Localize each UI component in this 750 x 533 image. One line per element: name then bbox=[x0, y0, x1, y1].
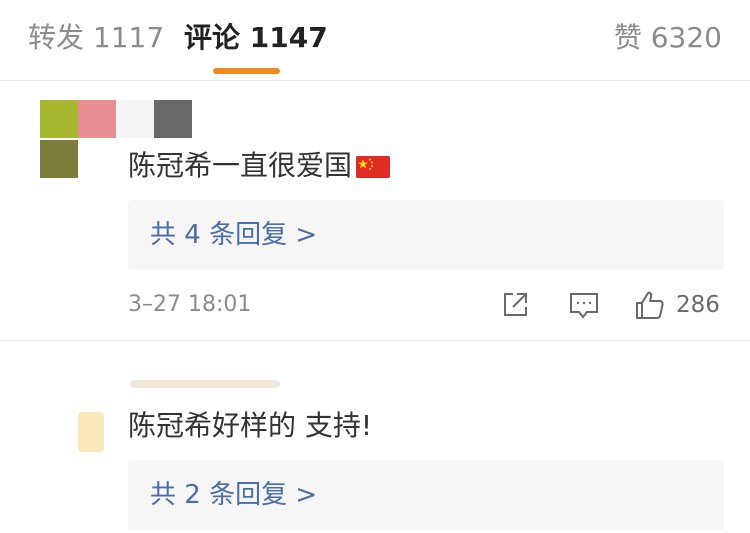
thumbs-up-icon bbox=[636, 291, 664, 319]
avatar-mosaic-tile bbox=[40, 140, 78, 178]
replies-box[interactable]: 共 4 条回复 > bbox=[128, 200, 724, 270]
avatar-mosaic-tile bbox=[154, 100, 192, 138]
username-blurred bbox=[130, 380, 280, 388]
share-button[interactable] bbox=[500, 288, 530, 322]
comment-timestamp: 3–27 18:01 bbox=[128, 292, 252, 317]
tab-comments[interactable]: 评论 1147 bbox=[184, 18, 328, 58]
comment-body: 陈冠希一直很爱国 bbox=[128, 149, 353, 182]
like-button[interactable]: 286 bbox=[634, 288, 720, 322]
comment-tabs: 转发 1117 评论 1147 赞 6320 bbox=[0, 0, 750, 81]
comment-body: 陈冠希好样的 支持! bbox=[128, 409, 373, 442]
comment-item: 陈冠希一直很爱国 共 4 条回复 > 3–27 18:01 286 bbox=[0, 100, 750, 341]
avatar[interactable] bbox=[78, 412, 104, 452]
share-icon bbox=[504, 293, 527, 316]
comment-text: 陈冠希一直很爱国 bbox=[128, 146, 391, 186]
avatar-mosaic-tile bbox=[78, 100, 116, 138]
avatar-mosaic-tile bbox=[40, 100, 78, 138]
tab-repost[interactable]: 转发 1117 bbox=[28, 18, 164, 58]
like-count: 286 bbox=[676, 292, 720, 318]
tab-likes[interactable]: 赞 6320 bbox=[614, 18, 722, 58]
comment-icon bbox=[570, 293, 598, 319]
view-replies-link[interactable]: 共 2 条回复 > bbox=[150, 476, 317, 514]
comment-item: 陈冠希好样的 支持! 共 2 条回复 > bbox=[0, 370, 750, 533]
reply-button[interactable] bbox=[568, 288, 600, 322]
active-tab-indicator bbox=[213, 68, 280, 74]
avatar-mosaic-tile bbox=[116, 100, 154, 138]
replies-box[interactable]: 共 2 条回复 > bbox=[128, 460, 724, 530]
china-flag-icon bbox=[356, 156, 391, 178]
comment-text: 陈冠希好样的 支持! bbox=[128, 406, 372, 446]
view-replies-link[interactable]: 共 4 条回复 > bbox=[150, 216, 317, 254]
